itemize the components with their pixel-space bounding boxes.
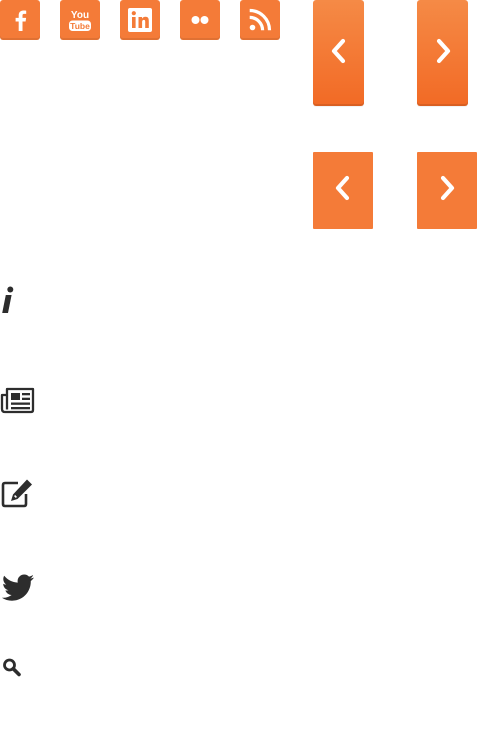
rss-button[interactable]	[240, 0, 280, 40]
prev-arrow-icon	[329, 36, 349, 71]
linkedin-button[interactable]	[120, 0, 160, 40]
facebook-icon	[0, 0, 40, 40]
next-button-small[interactable]	[417, 152, 477, 229]
prev-button-small[interactable]	[313, 152, 373, 229]
prev-button-large[interactable]	[313, 0, 364, 106]
youtube-label-bottom: Tube	[70, 21, 90, 31]
facebook-button[interactable]	[0, 0, 40, 40]
newspaper-icon	[0, 380, 40, 420]
twitter-icon	[0, 566, 40, 606]
edit-icon	[0, 474, 40, 514]
flickr-button[interactable]	[180, 0, 220, 40]
youtube-icon: You Tube	[60, 0, 100, 40]
youtube-label-top: You	[71, 10, 89, 21]
flickr-icon	[180, 0, 220, 40]
prev-arrow-icon	[333, 173, 353, 208]
next-arrow-icon	[433, 36, 453, 71]
info-icon	[0, 280, 40, 320]
search-icon	[0, 648, 40, 688]
next-arrow-icon	[437, 173, 457, 208]
youtube-button[interactable]: You Tube	[60, 0, 100, 40]
linkedin-icon	[120, 0, 160, 40]
next-button-large[interactable]	[417, 0, 468, 106]
rss-icon	[240, 0, 280, 40]
